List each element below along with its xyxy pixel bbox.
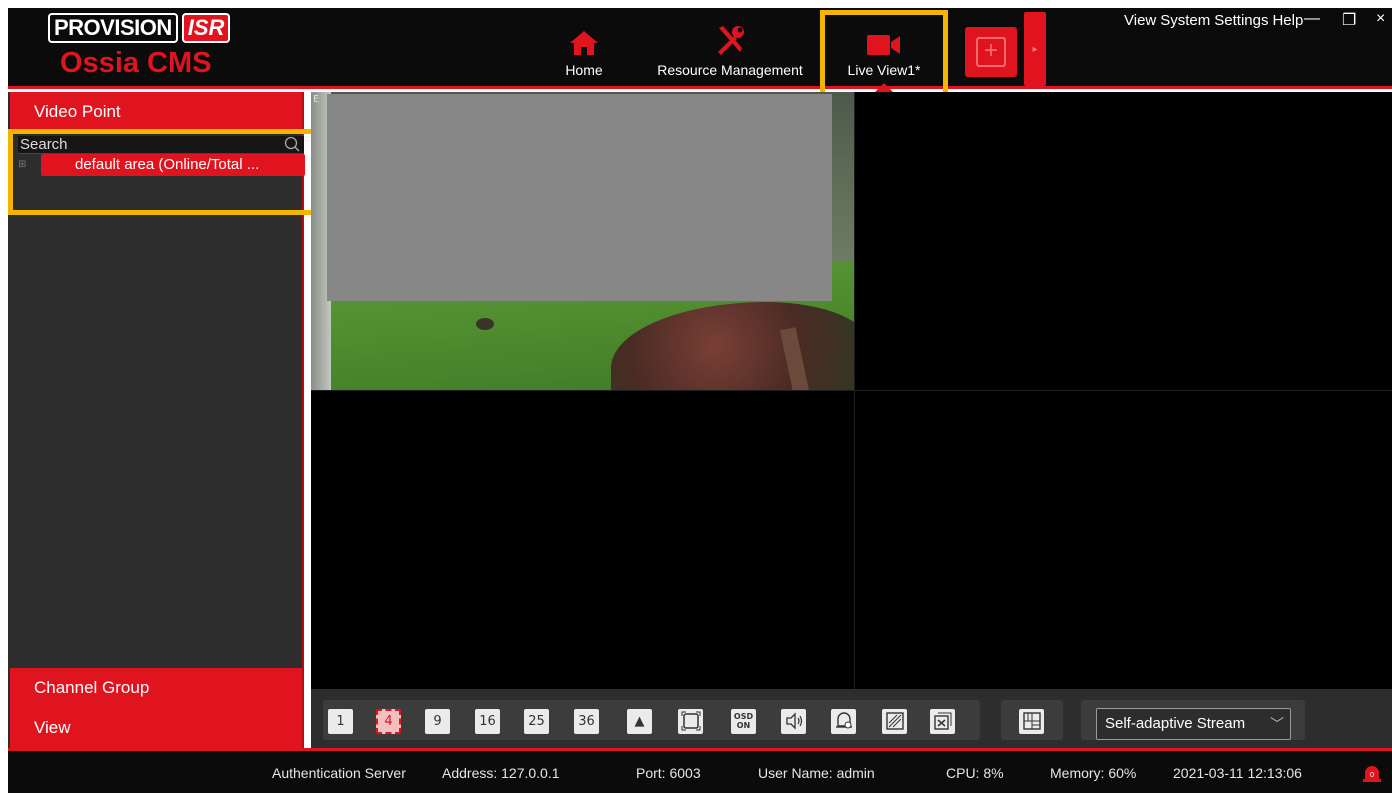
close-button[interactable]: × [1376,10,1385,28]
fullscreen-icon [681,711,700,731]
datetime: 2021-03-11 12:13:06 [1173,765,1302,781]
video-cell-2[interactable] [855,92,1392,390]
menu-view[interactable]: View [1124,12,1156,29]
user-name: User Name: admin [758,765,875,781]
memory-usage: Memory: 60% [1050,765,1137,781]
logo-brand-suffix: ISR [181,13,231,43]
expand-tabs-button[interactable]: ▸ [1024,12,1046,86]
video-point-header[interactable]: Video Point [10,92,302,132]
logo-product-name: Ossia CMS [60,47,212,79]
logo-brand: PROVISION [48,13,178,43]
grid-layout-icon [1022,712,1041,730]
layout-4-button[interactable]: 4 [376,709,401,734]
menu-help[interactable]: Help [1272,12,1303,29]
app-logo: PROVISION ISR Ossia CMS [48,10,238,82]
privacy-mask [327,94,832,301]
menu-settings[interactable]: Settings [1214,12,1268,29]
add-tab-button[interactable]: + [965,27,1017,77]
chevron-down-icon: ﹀ [1270,716,1284,732]
image-grid-icon [885,712,904,730]
layout-9-button[interactable]: 9 [425,709,450,734]
layout-group [1001,700,1063,740]
layout-25-button[interactable]: 25 [524,709,549,734]
alarm-button[interactable] [831,709,856,734]
layout-1-button[interactable]: 1 [328,709,353,734]
video-grid: E [311,92,1392,689]
video-cell-3[interactable] [311,391,854,689]
osd-toggle-button[interactable]: OSD ON [731,709,756,734]
cpu-usage: CPU: 8% [946,765,1004,781]
snapshot-all-button[interactable] [882,709,907,734]
server-address: Address: 127.0.0.1 [442,765,560,781]
status-bar: Authentication Server Address: 127.0.0.1… [8,751,1392,793]
view-tab[interactable]: View [10,708,302,748]
left-panel-footer: Channel Group View [10,668,302,748]
top-bar-divider [8,86,1392,89]
screen-layout-button[interactable] [1019,709,1044,734]
fullscreen-button[interactable] [678,709,703,734]
layout-16-button[interactable]: 16 [475,709,500,734]
menu-system[interactable]: System [1160,12,1210,29]
alarm-icon[interactable]: 0 [1363,764,1381,782]
restore-button[interactable]: ❐ [1342,10,1356,30]
layout-36-button[interactable]: 36 [574,709,599,734]
home-icon [548,16,620,56]
close-all-button[interactable] [930,709,955,734]
toolbar-button-group: 1 4 9 16 25 36 ▲ OSD ON [323,700,980,740]
camera-osd-label: E [313,94,320,105]
search-highlight-box [8,129,316,215]
tab-home[interactable]: Home [548,16,620,86]
tab-home-label: Home [565,62,603,78]
server-port: Port: 6003 [636,765,701,781]
top-bar: PROVISION ISR Ossia CMS Home Resource Ma… [8,8,1392,100]
video-camera-icon [825,15,943,56]
live-view-toolbar: 1 4 9 16 25 36 ▲ OSD ON Self-adaptive St… [311,689,1392,748]
video-cell-1[interactable]: E [311,92,854,390]
tab-resource-management-label: Resource Management [657,62,803,78]
tab-live-view[interactable]: Live View1* [820,10,948,100]
tab-resource-management[interactable]: Resource Management [640,16,820,86]
osd-state: ON [736,721,751,730]
audio-button[interactable] [781,709,806,734]
active-tab-indicator [875,83,893,92]
chevron-right-icon: ▸ [1032,43,1038,55]
speaker-icon [785,712,802,730]
tools-icon [640,16,820,56]
triangle-up-icon: ▲ [634,714,645,729]
custom-layout-button[interactable]: ▲ [627,709,652,734]
minimize-button[interactable]: — [1304,10,1320,28]
menu-bar: View System Settings Help [1124,12,1303,29]
stream-select-value: Self-adaptive Stream [1105,715,1246,732]
tab-live-view-label: Live View1* [847,62,921,78]
video-cell-4[interactable] [855,391,1392,689]
stream-select[interactable]: Self-adaptive Stream ﹀ [1096,708,1291,740]
plus-icon: + [976,37,1006,67]
osd-label: OSD [733,712,754,721]
bell-icon [835,712,852,729]
channel-group-tab[interactable]: Channel Group [10,668,302,708]
close-window-icon [933,712,951,730]
auth-server-label: Authentication Server [272,765,406,781]
alarm-count: 0 [1370,771,1374,779]
